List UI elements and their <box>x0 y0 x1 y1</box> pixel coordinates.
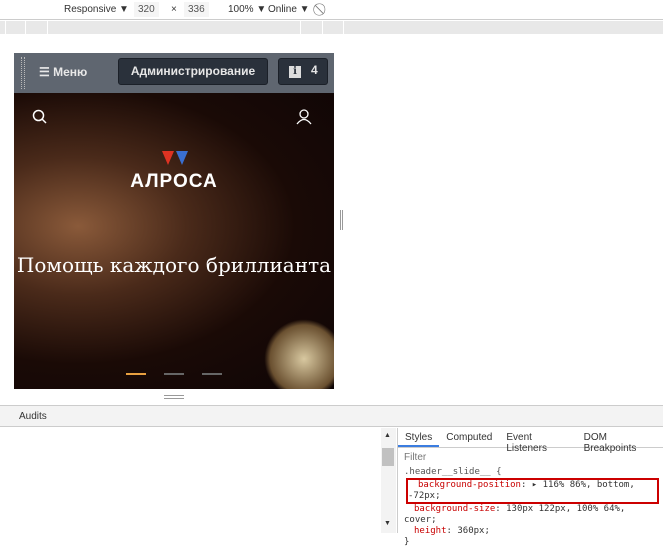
width-input[interactable]: 320 <box>134 2 159 17</box>
drag-handle[interactable] <box>21 57 25 89</box>
scroll-up-icon[interactable]: ▲ <box>384 432 391 439</box>
admin-bar: ☰ Меню Администрирование i4 <box>14 53 334 93</box>
tab-styles[interactable]: Styles <box>398 428 440 447</box>
css-rule: .header__slide__ { background-position: … <box>398 467 663 548</box>
menu-label: Меню <box>53 65 88 79</box>
tab-computed[interactable]: Computed <box>439 428 499 447</box>
height-input[interactable]: 336 <box>184 2 209 17</box>
tab-dom-breakpoints[interactable]: DOM Breakpoints <box>577 428 663 454</box>
drawer-tabbar: Audits <box>0 405 663 427</box>
audits-tab[interactable]: Audits <box>19 411 47 422</box>
css-prop: background-position <box>418 480 521 490</box>
css-prop: background-size <box>414 504 496 514</box>
device-toolbar: Responsive ▼ 320 × 336 100% ▼ Online ▼ ⃠ <box>0 0 663 20</box>
slider-dots <box>126 373 222 375</box>
css-selector: .header__slide__ { <box>404 467 502 477</box>
device-select[interactable]: Responsive ▼ <box>64 4 129 15</box>
info-icon: i <box>289 66 301 78</box>
tab-event-listeners[interactable]: Event Listeners <box>499 428 576 454</box>
resize-handle-bottom[interactable] <box>164 395 184 399</box>
slide-dot[interactable] <box>164 373 184 375</box>
device-viewport: ☰ Меню Администрирование i4 АЛРОСА Помощ… <box>14 53 334 389</box>
user-icon[interactable] <box>296 109 312 125</box>
css-prop: height <box>414 526 447 536</box>
css-declaration[interactable]: background-size: 130px 122px, 100% 64%, … <box>404 504 663 526</box>
resize-handle-right[interactable] <box>340 210 343 230</box>
zoom-select[interactable]: 100% ▼ <box>228 4 266 15</box>
alrosa-logo-mark <box>162 151 188 165</box>
scroll-down-icon[interactable]: ▼ <box>384 520 391 527</box>
admin-button[interactable]: Администрирование <box>118 58 268 85</box>
scroll-thumb[interactable] <box>382 448 394 466</box>
hero-title: Помощь каждого бриллианта <box>16 253 332 277</box>
media-query-ruler[interactable] <box>0 21 663 34</box>
times-sign: × <box>171 4 177 15</box>
styles-pane: Styles Computed Event Listeners DOM Brea… <box>397 428 663 547</box>
css-close: } <box>404 537 410 547</box>
network-select[interactable]: Online ▼ <box>268 4 310 15</box>
scrollbar[interactable]: ▲ ▼ <box>381 428 396 533</box>
styles-tabs: Styles Computed Event Listeners DOM Brea… <box>398 428 663 454</box>
info-count: 4 <box>311 63 318 77</box>
alrosa-logo: АЛРОСА <box>130 171 218 192</box>
info-button[interactable]: i4 <box>278 58 328 85</box>
slide-dot[interactable] <box>202 373 222 375</box>
css-declaration-highlighted[interactable]: background-position: ▸ 116% 86%, bottom,… <box>406 478 659 504</box>
slide-dot[interactable] <box>126 373 146 375</box>
css-declaration[interactable]: height: 360px; <box>404 526 663 537</box>
hero-slide: АЛРОСА Помощь каждого бриллианта <box>14 93 334 389</box>
css-value[interactable]: 360px; <box>457 526 490 536</box>
menu-button[interactable]: ☰ Меню <box>39 65 87 79</box>
diamond-image <box>264 319 334 389</box>
hamburger-icon: ☰ <box>39 65 54 79</box>
search-icon[interactable] <box>32 109 48 125</box>
